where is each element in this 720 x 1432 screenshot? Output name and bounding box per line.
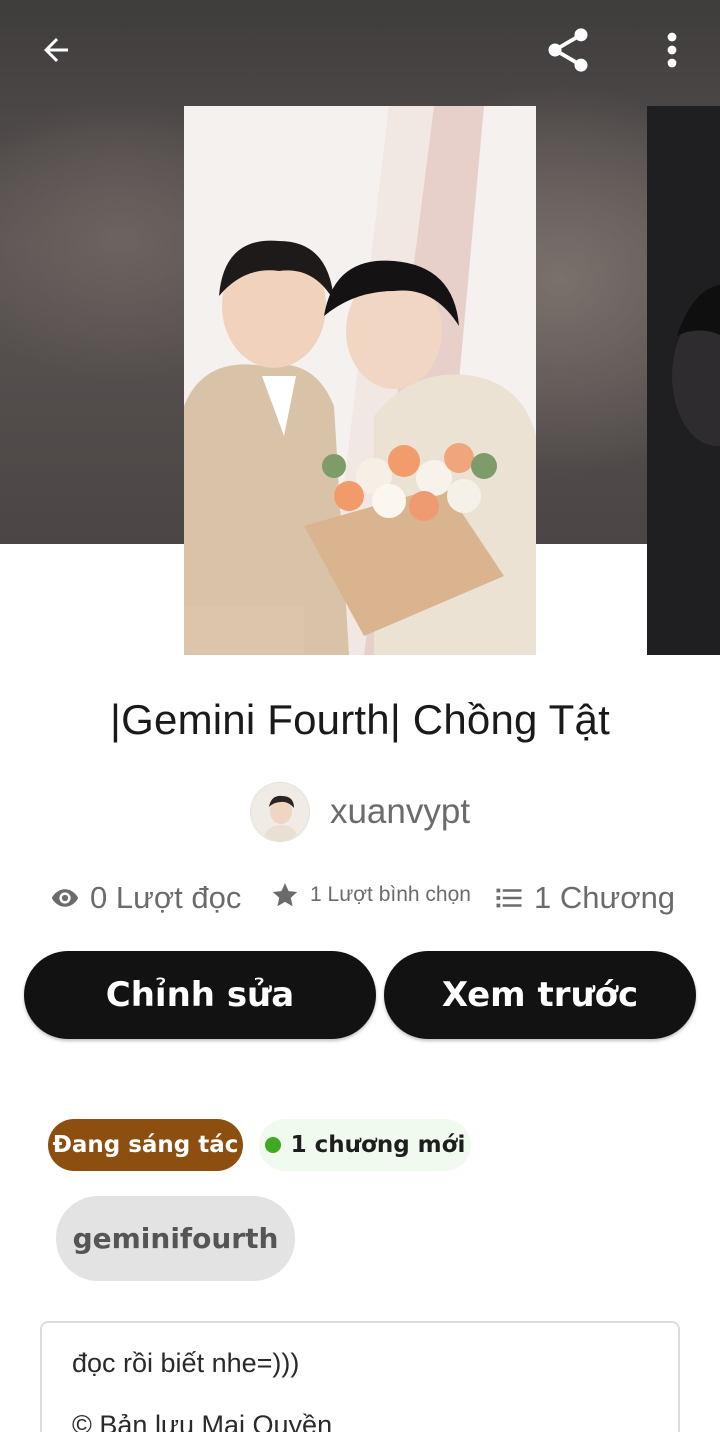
tag-geminifourth[interactable]: geminifourth: [56, 1196, 295, 1281]
new-parts-label: 1 chương mới: [290, 1132, 466, 1158]
parts-stat: 1 Chương: [494, 880, 675, 916]
top-bar: [0, 0, 720, 100]
author-row[interactable]: xuanvypt: [0, 780, 720, 844]
list-icon: [496, 888, 522, 908]
votes-count: 1 Lượt bình chọn: [310, 883, 471, 906]
back-button[interactable]: [28, 26, 84, 74]
story-stats: 0 Lượt đọc 1 Lượt bình chọn 1 Chương: [0, 876, 720, 926]
more-options-button[interactable]: [650, 22, 694, 78]
description-line-2: © Bản lưu Mai Quyền: [72, 1410, 333, 1432]
votes-stat: 1 Lượt bình chọn: [270, 880, 471, 910]
preview-button[interactable]: Xem trước: [384, 951, 696, 1039]
story-title: |Gemini Fourth| Chồng Tật: [110, 696, 610, 743]
parts-count: 1 Chương: [534, 880, 676, 915]
new-parts-badge: 1 chương mới: [259, 1119, 471, 1171]
eye-icon: [51, 889, 79, 907]
story-cover-image[interactable]: [184, 106, 536, 655]
reads-count: 0 Lượt đọc: [90, 880, 242, 915]
description-line-1: đọc rồi biết nhe=))): [72, 1348, 300, 1378]
star-icon: [272, 883, 298, 907]
cover-photo: [184, 106, 536, 655]
share-button[interactable]: [536, 20, 600, 80]
next-story-cover[interactable]: [647, 106, 720, 655]
avatar-image: [250, 783, 309, 841]
new-dot-icon: [264, 1137, 281, 1153]
author-name[interactable]: xuanvypt: [330, 792, 470, 832]
reads-stat: 0 Lượt đọc: [50, 880, 241, 916]
story-description[interactable]: đọc rồi biết nhe=))) © Bản lưu Mai Quyền: [40, 1321, 680, 1432]
share-icon: [548, 28, 588, 72]
more-vertical-icon: [667, 32, 677, 68]
arrow-left-icon: [44, 38, 68, 62]
status-badge: Đang sáng tác: [48, 1119, 243, 1171]
edit-button[interactable]: Chỉnh sửa: [24, 951, 376, 1039]
author-avatar[interactable]: [249, 782, 310, 842]
next-cover-photo: [647, 106, 720, 655]
